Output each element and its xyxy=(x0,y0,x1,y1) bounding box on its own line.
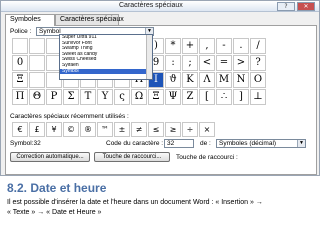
recent-symbol-cell[interactable]: ≠ xyxy=(131,122,147,137)
font-list-scrollbar[interactable] xyxy=(146,35,152,79)
section-heading: 8.2. Date et heure xyxy=(7,181,107,195)
symbol-cell[interactable]: Ο xyxy=(250,72,266,88)
symbol-cell[interactable]: * xyxy=(165,38,181,54)
from-label: de : xyxy=(200,140,211,147)
recent-symbol-cell[interactable]: ± xyxy=(114,122,130,137)
recent-symbol-cell[interactable]: € xyxy=(12,122,28,137)
tab-symboles[interactable]: Symboles xyxy=(5,14,55,26)
from-dropdown[interactable]: Symboles (décimal) ▼ xyxy=(216,139,306,148)
font-label: Police : xyxy=(10,28,32,35)
paragraph-text-1: Il est possible d'insérer la date et l'h… xyxy=(7,199,256,206)
symbol-cell[interactable]: , xyxy=(199,38,215,54)
symbol-cell[interactable]: ϑ xyxy=(165,72,181,88)
symbol-cell[interactable]: ⊥ xyxy=(250,89,266,105)
symbol-cell[interactable] xyxy=(29,55,45,71)
symbol-cell[interactable]: Ω xyxy=(131,89,147,105)
recent-symbol-cell[interactable]: £ xyxy=(29,122,45,137)
symbol-cell[interactable]: / xyxy=(250,38,266,54)
symbol-cell[interactable]: Κ xyxy=(182,72,198,88)
paragraph-text-3: « Date et Heure » xyxy=(44,209,102,216)
special-characters-dialog: Caractères spéciaux ? ✕ Symboles Caractè… xyxy=(0,0,320,176)
symbol-cell[interactable]: [ xyxy=(199,89,215,105)
symbol-cell[interactable]: Ψ xyxy=(165,89,181,105)
symbol-cell[interactable] xyxy=(12,38,28,54)
symbol-cell[interactable]: Τ xyxy=(80,89,96,105)
symbol-cell[interactable]: ? xyxy=(250,55,266,71)
symbol-cell[interactable] xyxy=(29,38,45,54)
symbol-cell[interactable]: = xyxy=(216,55,232,71)
recent-label: Caractères spéciaux récemment utilisés : xyxy=(10,113,129,120)
symbol-cell[interactable]: Ζ xyxy=(182,89,198,105)
symbol-cell[interactable]: Λ xyxy=(199,72,215,88)
symbol-cell[interactable]: Μ xyxy=(216,72,232,88)
symbol-cell[interactable]: : xyxy=(165,55,181,71)
symbol-cell[interactable]: ∴ xyxy=(216,89,232,105)
tab-caracteres-speciaux[interactable]: Caractères spéciaux xyxy=(55,14,124,25)
dialog-title: Caractères spéciaux xyxy=(119,2,183,9)
symbol-cell[interactable]: ς xyxy=(114,89,130,105)
recent-symbol-cell[interactable]: ÷ xyxy=(182,122,198,137)
symbol-cell[interactable]: - xyxy=(216,38,232,54)
dialog-titlebar: Caractères spéciaux ? ✕ xyxy=(1,1,319,12)
symbol-cell[interactable]: Ξ xyxy=(148,89,164,105)
recent-symbol-cell[interactable]: ≥ xyxy=(165,122,181,137)
arrow-right-icon: → xyxy=(255,199,263,206)
chevron-down-icon: ▼ xyxy=(297,140,305,147)
paragraph-text-2: « Texte » xyxy=(7,209,38,216)
shortcut-key-label: Touche de raccourci : xyxy=(176,154,238,161)
symbol-cell[interactable]: Π xyxy=(12,89,28,105)
symbol-cell[interactable]: 0 xyxy=(12,55,28,71)
font-option[interactable]: Symbol xyxy=(60,68,152,75)
symbol-cell[interactable]: Σ xyxy=(63,89,79,105)
recent-symbol-cell[interactable]: × xyxy=(199,122,215,137)
instruction-paragraph: Il est possible d'insérer la date et l'h… xyxy=(7,198,317,218)
symbol-cell[interactable]: ; xyxy=(182,55,198,71)
symbol-cell[interactable]: Υ xyxy=(97,89,113,105)
from-dropdown-value: Symboles (décimal) xyxy=(219,140,277,147)
recent-symbol-cell[interactable]: ≤ xyxy=(148,122,164,137)
shortcut-key-button[interactable]: Touche de raccourci... xyxy=(94,152,170,162)
recent-symbol-cell[interactable]: ® xyxy=(80,122,96,137)
symbols-panel: Police : Symbol ▼ ()*+,-./089:;<=>?ΞΗΙϑΚ… xyxy=(5,25,317,175)
symbol-cell[interactable]: < xyxy=(199,55,215,71)
symbol-cell[interactable]: Θ xyxy=(29,89,45,105)
symbol-cell[interactable]: Ρ xyxy=(46,89,62,105)
recent-symbol-cell[interactable]: ™ xyxy=(97,122,113,137)
symbol-cell[interactable]: + xyxy=(182,38,198,54)
font-list[interactable]: Super Ultra 911 Survivor Font Swamp Thing S… xyxy=(59,34,153,80)
recent-symbol-cell[interactable]: ¥ xyxy=(46,122,62,137)
symbol-cell[interactable]: . xyxy=(233,38,249,54)
symbol-cell[interactable]: > xyxy=(233,55,249,71)
symbol-cell[interactable]: Ξ xyxy=(12,72,28,88)
autocorrect-button[interactable]: Correction automatique... xyxy=(10,152,90,162)
recent-symbol-cell[interactable]: © xyxy=(63,122,79,137)
symbol-cell[interactable] xyxy=(29,72,45,88)
char-code-label: Code du caractère : xyxy=(106,140,164,147)
close-button[interactable]: ✕ xyxy=(297,2,315,11)
symbol-cell[interactable]: Ν xyxy=(233,72,249,88)
help-button[interactable]: ? xyxy=(277,2,295,11)
symbol-cell[interactable]: ] xyxy=(233,89,249,105)
font-dropdown-value: Symbol xyxy=(39,28,61,35)
symbol-name: Symbol:32 xyxy=(10,140,41,147)
char-code-input[interactable]: 32 xyxy=(164,139,194,148)
